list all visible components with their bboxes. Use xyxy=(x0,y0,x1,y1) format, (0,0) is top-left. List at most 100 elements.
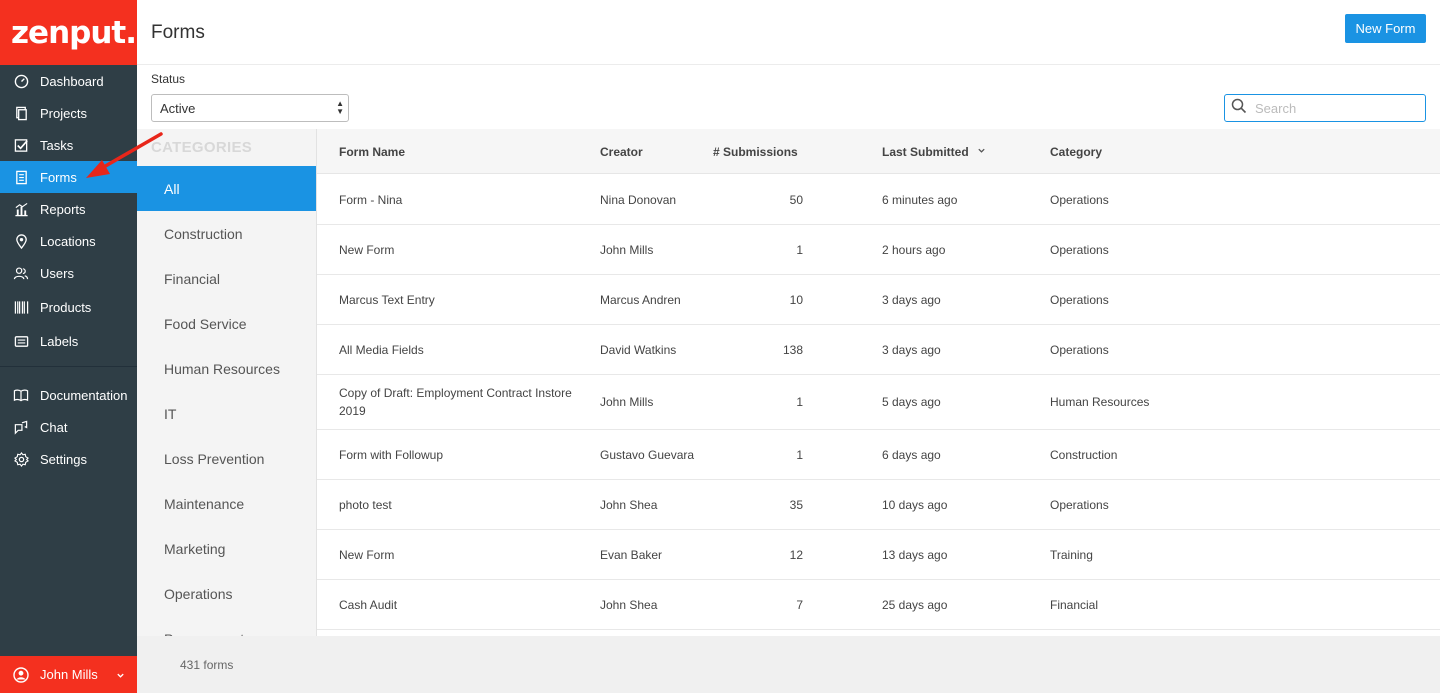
user-avatar-icon xyxy=(13,666,29,683)
sidebar-item-reports[interactable]: Reports xyxy=(0,193,137,225)
header-divider xyxy=(137,64,1440,65)
category-cell: Operations xyxy=(1050,497,1109,512)
category-human-resources[interactable]: Human Resources xyxy=(137,346,316,391)
category-procurement[interactable]: Procurement xyxy=(137,616,316,637)
zenput-logo[interactable]: zenput. xyxy=(0,0,137,65)
submissions-cell: 10 xyxy=(789,292,803,307)
form-name-cell[interactable]: All Media Fields xyxy=(339,341,589,359)
users-icon xyxy=(13,265,29,281)
category-loss-prevention[interactable]: Loss Prevention xyxy=(137,436,316,481)
creator-cell: Evan Baker xyxy=(600,547,663,562)
sidebar-item-chat[interactable]: Chat xyxy=(0,411,137,443)
table-row[interactable]: New Form John Mills 1 2 hours ago Operat… xyxy=(317,225,1440,275)
submissions-cell: 1 xyxy=(796,242,803,257)
sidebar-item-label: Dashboard xyxy=(40,73,104,89)
submissions-cell: 35 xyxy=(789,497,803,512)
last-submitted-cell: 2 hours ago xyxy=(882,242,946,257)
search-box xyxy=(1224,94,1426,122)
table-row[interactable]: photo test John Shea 35 10 days ago Oper… xyxy=(317,480,1440,530)
creator-cell: David Watkins xyxy=(600,342,677,357)
location-pin-icon xyxy=(13,233,29,249)
sort-chevron-down-icon[interactable] xyxy=(977,144,986,158)
creator-cell: Nina Donovan xyxy=(600,192,677,207)
category-cell: Training xyxy=(1050,547,1093,562)
sidebar-divider xyxy=(0,366,137,367)
last-submitted-cell: 10 days ago xyxy=(882,497,948,512)
sidebar-item-label: Reports xyxy=(40,201,86,217)
form-name-cell[interactable]: New Form xyxy=(339,241,589,259)
form-name-cell[interactable]: Form with Followup xyxy=(339,446,589,464)
sidebar-item-documentation[interactable]: Documentation xyxy=(0,379,137,411)
creator-cell: Gustavo Guevara xyxy=(600,447,695,462)
sidebar-item-label: Documentation xyxy=(40,387,128,403)
sidebar-item-projects[interactable]: Projects xyxy=(0,97,137,129)
submissions-cell: 50 xyxy=(789,192,803,207)
user-menu[interactable]: John Mills xyxy=(0,656,137,693)
logo-text: zenput. xyxy=(11,14,137,51)
table-row[interactable]: All Media Fields David Watkins 138 3 day… xyxy=(317,325,1440,375)
column-header-creator[interactable]: Creator xyxy=(600,145,643,159)
submissions-cell: 12 xyxy=(789,547,803,562)
table-row[interactable]: Form - Nina Nina Donovan 50 6 minutes ag… xyxy=(317,175,1440,225)
table-row[interactable]: Copy of Draft: Employment Contract Insto… xyxy=(317,375,1440,430)
sidebar-item-label: Tasks xyxy=(40,137,74,153)
last-submitted-cell: 13 days ago xyxy=(882,547,948,562)
categories-panel: CATEGORIES All Construction Financial Fo… xyxy=(137,129,316,636)
sidebar-item-labels[interactable]: Labels xyxy=(0,325,137,357)
sidebar-item-products[interactable]: Products xyxy=(0,291,137,323)
category-financial[interactable]: Financial xyxy=(137,256,316,301)
forms-table: Form Name Creator # Submissions Last Sub… xyxy=(317,129,1440,636)
status-select[interactable]: Active ▲ ▼ xyxy=(151,94,349,122)
category-food-service[interactable]: Food Service xyxy=(137,301,316,346)
creator-cell: John Shea xyxy=(600,597,658,612)
last-submitted-cell: 6 days ago xyxy=(882,447,941,462)
sidebar-item-label: Users xyxy=(40,265,74,281)
last-submitted-cell: 5 days ago xyxy=(882,395,941,409)
sidebar-item-label: Chat xyxy=(40,419,68,435)
sidebar-item-locations[interactable]: Locations xyxy=(0,225,137,257)
reports-icon xyxy=(13,201,29,217)
sidebar-item-label: Locations xyxy=(40,233,96,249)
form-name-cell[interactable]: New Form xyxy=(339,546,589,564)
creator-cell: John Mills xyxy=(600,242,654,257)
user-name: John Mills xyxy=(40,667,98,682)
new-form-button[interactable]: New Form xyxy=(1345,14,1426,43)
sidebar-item-label: Forms xyxy=(40,169,77,185)
footer: 431 forms xyxy=(137,636,1440,693)
column-header-form-name[interactable]: Form Name xyxy=(339,145,405,159)
chat-icon xyxy=(13,419,29,435)
form-name-cell[interactable]: Cash Audit xyxy=(339,596,589,614)
submissions-cell: 1 xyxy=(796,447,803,462)
gear-icon xyxy=(13,451,29,467)
form-name-cell[interactable]: Marcus Text Entry xyxy=(339,291,589,309)
sidebar-item-settings[interactable]: Settings xyxy=(0,443,137,475)
category-operations[interactable]: Operations xyxy=(137,571,316,616)
category-marketing[interactable]: Marketing xyxy=(137,526,316,571)
sidebar-item-users[interactable]: Users xyxy=(0,257,137,289)
category-cell: Operations xyxy=(1050,242,1109,257)
sidebar-item-label: Settings xyxy=(40,451,87,467)
column-header-last-submitted[interactable]: Last Submitted xyxy=(882,145,969,159)
form-name-cell[interactable]: Form - Nina xyxy=(339,191,589,209)
category-construction[interactable]: Construction xyxy=(137,211,316,256)
category-it[interactable]: IT xyxy=(137,391,316,436)
categories-heading: CATEGORIES xyxy=(151,139,253,156)
category-maintenance[interactable]: Maintenance xyxy=(137,481,316,526)
category-cell: Financial xyxy=(1050,597,1099,612)
form-name-cell[interactable]: photo test xyxy=(339,496,589,514)
column-header-submissions[interactable]: # Submissions xyxy=(713,145,798,159)
sidebar-item-dashboard[interactable]: Dashboard xyxy=(0,65,137,97)
search-input[interactable] xyxy=(1255,100,1415,116)
creator-cell: Marcus Andren xyxy=(600,292,681,307)
column-header-category[interactable]: Category xyxy=(1050,145,1102,159)
sidebar-item-label: Projects xyxy=(40,105,87,121)
creator-cell: John Mills xyxy=(600,395,654,409)
table-row[interactable]: Form with Followup Gustavo Guevara 1 6 d… xyxy=(317,430,1440,480)
page-title: Forms xyxy=(151,22,205,43)
table-row[interactable]: New Form Evan Baker 12 13 days ago Train… xyxy=(317,530,1440,580)
last-submitted-cell: 6 minutes ago xyxy=(882,192,958,207)
table-row[interactable]: Cash Audit John Shea 7 25 days ago Finan… xyxy=(317,580,1440,630)
form-name-cell[interactable]: Copy of Draft: Employment Contract Insto… xyxy=(339,384,589,420)
table-row[interactable]: Marcus Text Entry Marcus Andren 10 3 day… xyxy=(317,275,1440,325)
creator-cell: John Shea xyxy=(600,497,658,512)
